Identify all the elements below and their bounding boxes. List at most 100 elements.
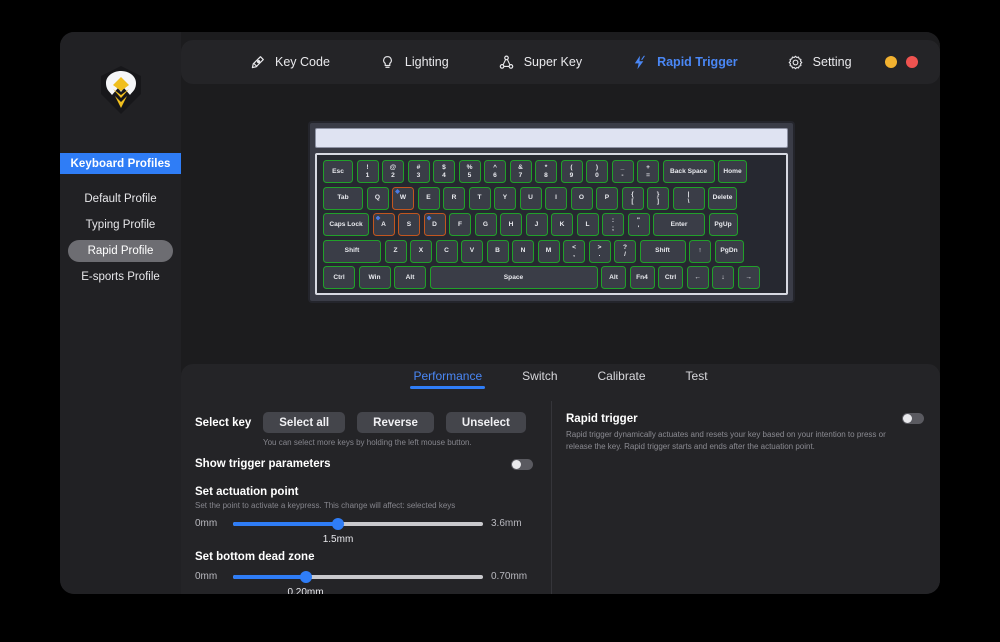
key-[interactable]: + = — [637, 160, 659, 183]
key-[interactable]: | \ — [672, 186, 705, 210]
key-e[interactable]: E — [417, 186, 440, 210]
key-[interactable]: :; — [602, 213, 624, 236]
key-w[interactable]: W — [392, 186, 414, 210]
key-[interactable]: & 7 — [509, 160, 532, 183]
key-win[interactable]: Win — [358, 266, 391, 289]
key-[interactable]: $4 — [433, 160, 455, 183]
key-h[interactable]: H — [500, 213, 522, 236]
key-ctrl[interactable]: Ctrl — [323, 266, 355, 289]
key-ctrl[interactable]: Ctrl — [658, 266, 683, 289]
tab-key-code[interactable]: Key Code — [249, 54, 330, 71]
key-shift[interactable]: Shift — [639, 239, 686, 263]
key-b[interactable]: B — [486, 239, 509, 263]
key-x[interactable]: X — [410, 239, 432, 263]
key-delete[interactable]: Delete — [708, 186, 737, 210]
key-space[interactable]: Space — [429, 266, 598, 289]
key-tab[interactable]: Tab — [323, 186, 363, 210]
key-g[interactable]: G — [474, 213, 497, 236]
key-[interactable]: #3 — [407, 160, 430, 183]
key-[interactable]: ? / — [614, 239, 636, 263]
key-[interactable]: (9 — [560, 160, 583, 183]
key-back-space[interactable]: Back Space — [662, 160, 715, 183]
slider-knob[interactable] — [299, 570, 312, 583]
key-label: { — [631, 190, 634, 198]
key-alt[interactable]: Alt — [601, 266, 626, 289]
key-s[interactable]: S — [398, 213, 420, 236]
sidebar-item-rapid-profile[interactable]: Rapid Profile — [68, 240, 173, 262]
key-f[interactable]: F — [449, 213, 471, 236]
key-[interactable]: @2 — [382, 160, 404, 183]
key-[interactable]: ← — [686, 266, 709, 289]
key-pgdn[interactable]: PgDn — [714, 239, 744, 263]
key-[interactable]: <, — [563, 239, 585, 263]
reverse-button[interactable]: Reverse — [357, 412, 434, 433]
key-[interactable]: {[ — [621, 186, 644, 210]
slider-knob[interactable] — [332, 517, 344, 530]
panel-tab-calibrate[interactable]: Calibrate — [594, 369, 650, 389]
key-r[interactable]: R — [443, 186, 465, 210]
key-i[interactable]: I — [545, 186, 567, 210]
key-sub-label: . — [598, 251, 601, 258]
key-u[interactable]: U — [519, 186, 542, 210]
keyboard-key-grid[interactable]: Esc! 1 @2 #3 $4% 5 ^ 6 & 7 * 8(9) 0 _ - + = Back Space Hom… — [315, 153, 788, 295]
key-shift[interactable]: Shift — [323, 239, 381, 263]
key-t[interactable]: T — [468, 186, 491, 210]
key-label: ! — [366, 164, 369, 172]
key-v[interactable]: V — [461, 239, 483, 263]
key-[interactable]: }] — [647, 186, 669, 210]
minimize-button[interactable] — [885, 56, 897, 68]
key-d[interactable]: D — [423, 213, 446, 236]
key-y[interactable]: Y — [494, 186, 516, 210]
actuation-point-slider[interactable]: 1.5mm — [233, 517, 483, 545]
dead-zone-max-label: 0.70mm — [491, 571, 528, 582]
key-[interactable]: ^ 6 — [484, 160, 506, 183]
tab-setting[interactable]: Setting — [787, 54, 852, 71]
bottom-dead-zone-slider[interactable]: 0.20mm — [233, 570, 483, 594]
key-m[interactable]: M — [537, 239, 560, 263]
key-n[interactable]: N — [512, 239, 534, 263]
actuation-point-slider-row: 0mm 1.5mm 3.6mm — [195, 517, 533, 545]
key-caps-lock[interactable]: Caps Lock — [323, 213, 369, 236]
key-j[interactable]: J — [525, 213, 548, 236]
tab-super-key[interactable]: Super Key — [498, 54, 582, 71]
key-home[interactable]: Home — [718, 160, 747, 183]
tab-lighting[interactable]: Lighting — [379, 54, 449, 71]
panel-tab-test[interactable]: Test — [682, 369, 712, 389]
key-[interactable]: _ - — [611, 160, 634, 183]
key-[interactable]: ↑ — [689, 239, 711, 263]
unselect-button[interactable]: Unselect — [445, 412, 526, 433]
panel-tab-performance[interactable]: Performance — [409, 369, 486, 389]
sidebar-item-typing-profile[interactable]: Typing Profile — [68, 214, 173, 236]
key-enter[interactable]: Enter — [653, 213, 705, 236]
key-[interactable]: → — [737, 266, 760, 289]
key-pgup[interactable]: PgUp — [708, 213, 738, 236]
key-q[interactable]: Q — [366, 186, 389, 210]
key-alt[interactable]: Alt — [394, 266, 426, 289]
close-button[interactable] — [906, 56, 918, 68]
key-a[interactable]: A — [372, 213, 395, 236]
key-k[interactable]: K — [551, 213, 573, 236]
key-c[interactable]: C — [435, 239, 458, 263]
tab-rapid-trigger[interactable]: Rapid Trigger — [631, 54, 738, 71]
super-key-icon — [499, 55, 513, 69]
show-trigger-parameters-toggle[interactable] — [511, 458, 533, 470]
key-[interactable]: ! 1 — [356, 160, 379, 183]
key-[interactable]: ↓ — [712, 266, 734, 289]
select-all-button[interactable]: Select all — [263, 412, 346, 433]
key-l[interactable]: L — [576, 213, 599, 236]
sidebar-item-default-profile[interactable]: Default Profile — [68, 188, 173, 210]
key-[interactable]: % 5 — [458, 160, 481, 183]
rapid-trigger-toggle[interactable] — [902, 413, 924, 424]
key-[interactable]: " ' — [627, 213, 650, 236]
panel-tab-switch[interactable]: Switch — [518, 369, 561, 389]
key-[interactable]: >. — [588, 239, 611, 263]
key-p[interactable]: P — [596, 186, 618, 210]
sidebar-item-e-sports-profile[interactable]: E-sports Profile — [68, 266, 173, 288]
key-[interactable]: ) 0 — [586, 160, 608, 183]
key-sub-label: , — [573, 251, 575, 258]
key-[interactable]: * 8 — [535, 160, 557, 183]
key-fn4[interactable]: Fn4 — [629, 266, 655, 289]
key-o[interactable]: O — [570, 186, 593, 210]
key-esc[interactable]: Esc — [323, 160, 353, 183]
key-z[interactable]: Z — [384, 239, 407, 263]
